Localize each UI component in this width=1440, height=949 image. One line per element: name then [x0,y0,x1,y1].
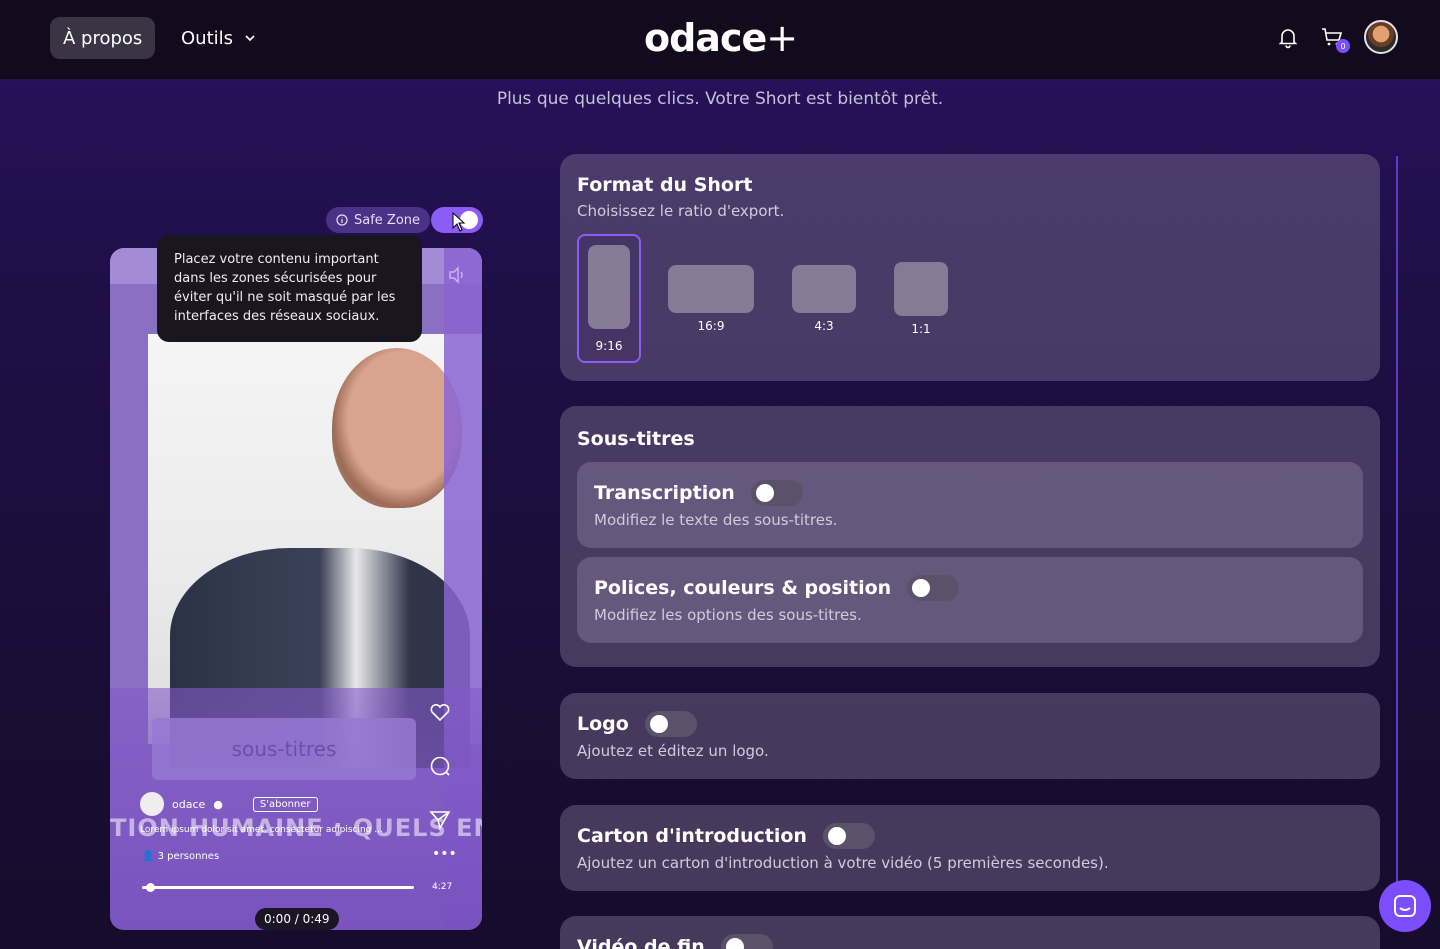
intro-desc: Ajoutez un carton d'introduction à votre… [577,854,1109,872]
people-count-text: 3 personnes [157,851,220,862]
format-shape [894,261,948,316]
toggle-knob [912,579,931,597]
format-option-16-9[interactable]: 16:9 [668,234,754,363]
subtitle-style-header: Polices, couleurs & position [594,575,960,601]
channel-avatar [140,792,164,816]
speaker-head [332,348,462,508]
outro-toggle[interactable] [720,934,773,949]
format-desc: Choisissez le ratio d'export. [577,202,785,220]
video-duration: 4:27 [432,882,453,892]
logo-desc: Ajoutez et éditez un logo. [577,742,769,760]
format-option-9-16[interactable]: 9:16 [577,234,641,363]
top-header: À propos Outils odace+ 0 [0,0,1440,80]
safe-zone-text: Safe Zone [354,212,421,228]
toggle-knob [755,484,774,502]
format-label: 1:1 [911,321,931,336]
header-actions: 0 [1276,20,1398,54]
transcription-header: Transcription [594,480,803,506]
intro-toggle[interactable] [822,823,875,849]
tooltip-text: Placez votre contenu important dans les … [174,252,396,324]
channel-name: odace [172,797,206,811]
page-subtitle: Plus que quelques clics. Votre Short est… [496,89,944,109]
logo-text: odace [644,16,767,60]
nav-about[interactable]: À propos [50,17,156,59]
logo-plus: + [766,16,798,60]
cart-count-badge: 0 [1336,39,1350,53]
transcription-title: Transcription [594,482,735,504]
playback-time: 0:00 / 0:49 [255,908,339,930]
subtitle-style-desc: Modifiez les options des sous-titres. [594,606,862,624]
subscribe-button: S'abonner [252,796,318,812]
info-icon [336,214,348,226]
progress-handle [146,883,155,892]
toggle-knob [649,715,668,733]
format-shape [588,244,630,329]
logo-title: Logo [577,713,629,735]
more-icon: ••• [432,846,457,862]
subtitles-title: Sous-titres [577,428,695,450]
transcription-desc: Modifiez le texte des sous-titres. [594,511,838,529]
subtitles-placeholder-box[interactable]: sous-titres [152,718,416,780]
post-description: Lorem ipsum dolor sit amet, consectetur … [140,825,383,835]
format-label: 4:3 [814,318,834,333]
outro-header: Vidéo de fin [577,934,773,949]
chat-support-button[interactable] [1379,880,1431,932]
format-option-4-3[interactable]: 4:3 [792,234,856,363]
mouse-cursor-icon [452,212,466,232]
verified-icon: ● [213,797,223,811]
format-option-1-1[interactable]: 1:1 [894,234,948,363]
subtitles-placeholder-text: sous-titres [231,737,337,761]
video-progress-bar [142,883,414,892]
format-shape [792,264,856,313]
chat-icon [1394,895,1416,917]
format-shape [668,264,754,313]
subtitle-style-card[interactable]: Polices, couleurs & position Modifiez le… [577,557,1363,643]
format-label: 9:16 [595,338,623,353]
nav-tools-menu[interactable]: Outils [181,17,257,59]
format-label: 16:9 [697,318,725,333]
subtitle-style-title: Polices, couleurs & position [594,577,892,599]
safe-zone-tooltip: Placez votre contenu important dans les … [157,235,422,342]
scroll-indicator-line [1396,156,1398,916]
intro-title: Carton d'introduction [577,825,807,847]
heart-icon [430,703,450,722]
channel-row: odace ● S'abonner [140,792,318,816]
format-title: Format du Short [577,174,753,196]
format-options: 9:16 16:9 4:3 1:1 [577,234,948,363]
intro-header: Carton d'introduction [577,823,875,849]
person-icon: 👤 [142,851,158,862]
nav-tools-label: Outils [181,27,234,49]
odace-logo[interactable]: odace+ [644,16,798,60]
outro-panel: Vidéo de fin [560,916,1380,949]
nav-about-label: À propos [63,27,143,49]
logo-toggle[interactable] [644,711,697,737]
short-preview: sous-titres odace ● S'abonner TION HUMAI… [110,248,482,930]
transcription-card[interactable]: Transcription Modifiez le texte des sous… [577,462,1363,548]
chevron-down-icon [245,35,255,42]
user-avatar[interactable] [1364,20,1398,54]
social-actions [428,700,452,832]
intro-panel: Carton d'introduction Ajoutez un carton … [560,805,1380,891]
toggle-knob [827,827,846,845]
safe-zone-label[interactable]: Safe Zone [326,207,431,233]
toggle-knob [725,938,744,949]
cart-icon[interactable]: 0 [1320,25,1350,53]
transcription-toggle[interactable] [750,480,803,506]
speaker-icon[interactable] [446,264,468,286]
subtitles-panel: Sous-titres Transcription Modifiez le te… [560,406,1380,667]
format-panel: Format du Short Choisissez le ratio d'ex… [560,154,1380,381]
subtitle-style-toggle[interactable] [907,575,960,601]
logo-header: Logo [577,711,697,737]
people-count: 👤 3 personnes [142,851,219,862]
logo-panel: Logo Ajoutez et éditez un logo. [560,693,1380,779]
comment-icon [430,756,450,776]
outro-title: Vidéo de fin [577,936,705,949]
bell-icon[interactable] [1276,25,1300,49]
